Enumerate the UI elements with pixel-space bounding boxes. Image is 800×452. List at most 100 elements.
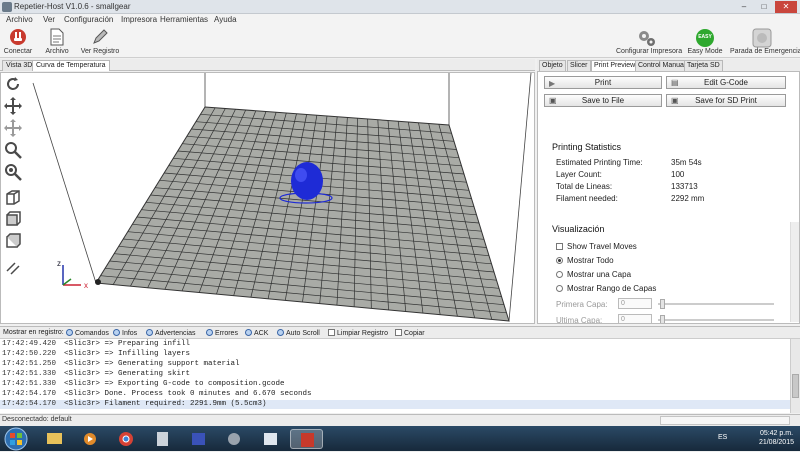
taskbar-photos[interactable] bbox=[254, 429, 287, 449]
tab-object[interactable]: Objeto bbox=[539, 60, 566, 71]
save-sd-button[interactable]: ▣ Save for SD Print bbox=[666, 94, 786, 107]
panel-scrollbar[interactable] bbox=[790, 222, 799, 322]
stat-filament-value: 2292 mm bbox=[671, 194, 705, 203]
menu-ayuda[interactable]: Ayuda bbox=[214, 15, 237, 24]
stat-layers-label: Layer Count: bbox=[556, 170, 602, 179]
tab-print-preview[interactable]: Print Preview bbox=[591, 60, 639, 71]
x-axis-label: x bbox=[84, 281, 88, 290]
chrome-icon bbox=[119, 432, 133, 446]
last-layer-slider-thumb[interactable] bbox=[660, 315, 665, 323]
emergency-stop-icon bbox=[752, 28, 772, 48]
log-auto-scroll[interactable]: Auto Scroll bbox=[277, 329, 320, 337]
clock[interactable]: 05:42 p.m. 21/08/2015 bbox=[759, 429, 794, 447]
toggle-icon bbox=[277, 329, 284, 336]
log-filter-ack[interactable]: ACK bbox=[245, 329, 268, 337]
maximize-button[interactable]: □ bbox=[755, 1, 773, 13]
log-filter-commands[interactable]: Comandos bbox=[66, 329, 109, 337]
minimize-button[interactable]: – bbox=[735, 1, 753, 13]
toggle-icon bbox=[113, 329, 120, 336]
toggle-icon bbox=[66, 329, 73, 336]
stat-time-value: 35m 54s bbox=[671, 158, 702, 167]
play-icon: ▶ bbox=[549, 79, 556, 88]
show-layer-radio[interactable]: Mostrar una Capa bbox=[556, 270, 631, 279]
move-object-icon[interactable] bbox=[4, 119, 22, 137]
taskbar-repetier[interactable] bbox=[290, 429, 323, 449]
menu-configuracion[interactable]: Configuración bbox=[64, 15, 113, 24]
parallel-projection-icon[interactable] bbox=[4, 258, 22, 276]
show-travel-checkbox[interactable]: Show Travel Moves bbox=[556, 242, 637, 251]
language-indicator[interactable]: ES bbox=[718, 434, 727, 441]
show-range-radio[interactable]: Mostrar Rango de Capas bbox=[556, 284, 656, 293]
log-filter-errors[interactable]: Errores bbox=[206, 329, 238, 337]
taskbar-app[interactable] bbox=[182, 429, 215, 449]
connect-label: Conectar bbox=[3, 48, 33, 55]
repetier-icon bbox=[301, 433, 314, 447]
taskbar-explorer[interactable] bbox=[38, 429, 71, 449]
log-clear-button[interactable]: Limpiar Registro bbox=[328, 329, 388, 337]
connect-icon bbox=[10, 29, 26, 45]
toggle-icon bbox=[245, 329, 252, 336]
taskbar-settings[interactable] bbox=[218, 429, 251, 449]
close-button[interactable]: ✕ bbox=[775, 1, 797, 13]
3d-viewport[interactable]: z x bbox=[0, 72, 535, 324]
printer-settings-button[interactable]: Configurar Impresora bbox=[616, 26, 682, 58]
radio bbox=[556, 285, 563, 292]
taskbar-chrome[interactable] bbox=[110, 429, 143, 449]
log-row: 17:42:50.220 <Slic3r> => Infilling layers bbox=[2, 350, 191, 358]
edit-gcode-button[interactable]: ▤ Edit G-Code bbox=[666, 76, 786, 89]
first-layer-input[interactable]: 0 bbox=[618, 298, 652, 309]
last-layer-input[interactable]: 0 bbox=[618, 314, 652, 323]
connect-button[interactable]: Conectar bbox=[2, 26, 34, 58]
log-button[interactable]: Ver Registro bbox=[80, 26, 120, 58]
easy-mode-button[interactable]: EASY Easy Mode bbox=[686, 26, 724, 58]
save-icon: ▣ bbox=[549, 96, 557, 105]
print-label: Print bbox=[594, 78, 612, 87]
tab-manual-control[interactable]: Control Manual bbox=[635, 60, 689, 71]
log-row: 17:42:54.170 <Slic3r> Done. Process took … bbox=[2, 390, 312, 398]
menu-herramientas[interactable]: Herramientas bbox=[160, 15, 208, 24]
sd-card-icon: ▣ bbox=[671, 96, 679, 105]
load-button[interactable]: Archivo bbox=[40, 26, 74, 58]
taskbar-calculator[interactable] bbox=[146, 429, 179, 449]
show-all-radio[interactable]: Mostrar Todo bbox=[556, 256, 614, 265]
clock-time: 05:42 p.m. bbox=[759, 430, 794, 437]
document-icon bbox=[50, 28, 64, 46]
log-scrollbar-thumb[interactable] bbox=[792, 374, 799, 398]
emergency-label: Parada de Emergencia bbox=[730, 48, 800, 55]
build-plate-scene bbox=[32, 73, 532, 322]
tab-slicer[interactable]: Slicer bbox=[567, 60, 591, 71]
save-file-button[interactable]: ▣ Save to File bbox=[544, 94, 662, 107]
tab-temperature-curve[interactable]: Curva de Temperatura bbox=[32, 60, 110, 71]
last-layer-label: Ultima Capa: bbox=[556, 316, 603, 324]
first-layer-slider-thumb[interactable] bbox=[660, 299, 665, 309]
iso-view-icon[interactable] bbox=[4, 188, 22, 206]
log-copy-button[interactable]: Copiar bbox=[395, 329, 425, 337]
taskbar-media[interactable] bbox=[74, 429, 107, 449]
app-icon bbox=[2, 2, 12, 12]
zoom-fit-icon[interactable] bbox=[4, 163, 22, 181]
menu-archivo[interactable]: Archivo bbox=[6, 15, 33, 24]
clear-icon bbox=[328, 329, 335, 336]
log-filter-infos[interactable]: Infos bbox=[113, 329, 137, 337]
print-button[interactable]: ▶ Print bbox=[544, 76, 662, 89]
connection-status: Desconectado: default bbox=[2, 416, 72, 423]
edit-icon: ▤ bbox=[671, 78, 679, 87]
menu-ver[interactable]: Ver bbox=[43, 15, 55, 24]
log-filter-warnings[interactable]: Advertencias bbox=[146, 329, 195, 337]
image-icon bbox=[264, 433, 277, 445]
move-icon[interactable] bbox=[4, 97, 22, 115]
front-view-icon[interactable] bbox=[4, 210, 22, 228]
printing-statistics-title: Printing Statistics bbox=[552, 142, 622, 152]
calculator-icon bbox=[157, 432, 168, 446]
zoom-icon[interactable] bbox=[4, 141, 22, 159]
rotate-icon[interactable] bbox=[4, 75, 22, 93]
menu-impresora[interactable]: Impresora bbox=[121, 15, 157, 24]
top-view-icon[interactable] bbox=[4, 232, 22, 250]
stat-layers-value: 100 bbox=[671, 170, 685, 179]
tab-sd-card[interactable]: Tarjeta SD bbox=[684, 60, 723, 71]
toggle-icon bbox=[206, 329, 213, 336]
log-scrollbar[interactable] bbox=[790, 339, 800, 413]
emergency-stop-button[interactable]: Parada de Emergencia bbox=[730, 26, 800, 58]
toggle-icon bbox=[146, 329, 153, 336]
start-icon[interactable] bbox=[4, 427, 28, 451]
